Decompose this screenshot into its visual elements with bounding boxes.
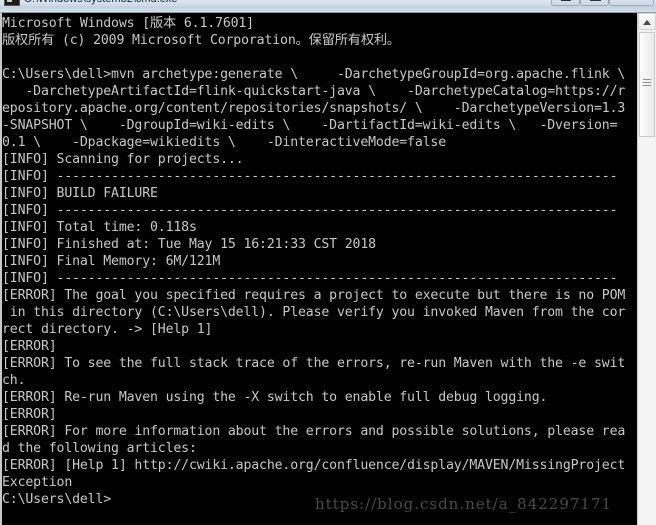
vertical-scrollbar[interactable] <box>637 13 656 525</box>
console-line: [INFO] ---------------------------------… <box>2 169 618 184</box>
console-line: [ERROR] <box>2 339 57 354</box>
console-output-area[interactable]: Microsoft Windows [版本 6.1.7601] 版权所有 (c) … <box>2 13 637 525</box>
window-titlebar[interactable]: C:\Windows\system32\cmd.exe <box>0 0 656 13</box>
scroll-up-arrow-icon[interactable] <box>638 13 656 30</box>
console-line: d the following articles: <box>2 441 197 456</box>
cmd-window: C:\Windows\system32\cmd.exe Microsoft Wi… <box>0 0 656 525</box>
console-line: 版权所有 (c) 2009 Microsoft Corporation。保留所有… <box>2 33 400 48</box>
console-line: 0.1 \ -Dpackage=wikiedits \ -Dinteractiv… <box>2 135 447 150</box>
console-line: [INFO] Finished at: Tue May 15 16:21:33 … <box>2 237 376 252</box>
close-button[interactable] <box>609 0 654 6</box>
console-line: epository.apache.org/content/repositorie… <box>2 101 626 116</box>
maximize-button[interactable] <box>580 0 609 6</box>
window-title: C:\Windows\system32\cmd.exe <box>24 0 177 6</box>
console-line: [INFO] ---------------------------------… <box>2 203 618 218</box>
console-line: ch. <box>2 373 26 388</box>
console-line: Microsoft Windows [版本 6.1.7601] <box>2 16 254 31</box>
console-line: [ERROR] Re-run Maven using the -X switch… <box>2 390 548 405</box>
console-line: [ERROR] To see the full stack trace of t… <box>2 356 626 371</box>
console-line: [INFO] BUILD FAILURE <box>2 186 158 201</box>
scroll-thumb[interactable] <box>639 32 655 137</box>
console-line: rect directory. -> [Help 1] <box>2 322 213 337</box>
console-line: [ERROR] The goal you specified requires … <box>2 288 626 303</box>
scroll-track[interactable] <box>638 137 656 525</box>
window-controls <box>551 0 654 6</box>
console-line: C:\Users\dell>mvn archetype:generate \ -… <box>2 67 626 82</box>
console-line: Exception <box>2 475 73 490</box>
console-line: [ERROR] <box>2 407 57 422</box>
titlebar-left-group: C:\Windows\system32\cmd.exe <box>4 0 177 6</box>
triangle-up-icon <box>643 20 651 25</box>
console-line: in this directory (C:\Users\dell). Pleas… <box>2 305 626 320</box>
minimize-button[interactable] <box>551 0 580 6</box>
console-line: [INFO] Total time: 0.118s <box>2 220 197 235</box>
console-line: C:\Users\dell> <box>2 492 112 507</box>
console-lines: Microsoft Windows [版本 6.1.7601] 版权所有 (c) … <box>2 15 637 508</box>
console-line: -SNAPSHOT \ -DgroupId=wiki-edits \ -Dart… <box>2 118 618 133</box>
console-line: -DarchetypeArtifactId=flink-quickstart-j… <box>2 84 626 99</box>
console-frame: Microsoft Windows [版本 6.1.7601] 版权所有 (c) … <box>0 13 656 525</box>
console-line: [INFO] Scanning for projects... <box>2 152 244 167</box>
console-line: [ERROR] For more information about the e… <box>2 424 626 439</box>
console-line: [ERROR] [Help 1] http://cwiki.apache.org… <box>2 458 626 473</box>
grip-lines-icon <box>643 79 651 86</box>
console-line: [INFO] ---------------------------------… <box>2 271 618 286</box>
cmd-console-icon <box>4 0 20 6</box>
console-line: [INFO] Final Memory: 6M/121M <box>2 254 221 269</box>
